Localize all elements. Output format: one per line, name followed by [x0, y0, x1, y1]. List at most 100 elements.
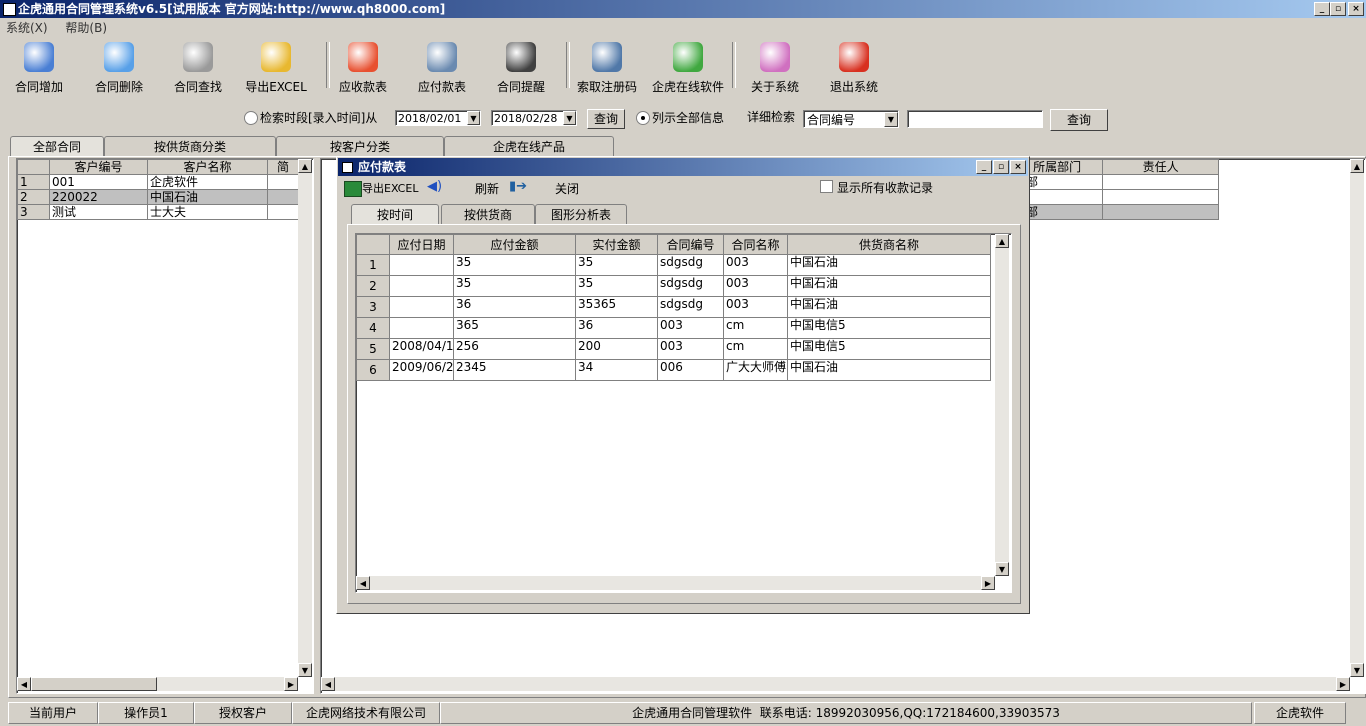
- range-radio[interactable]: [244, 111, 258, 125]
- table-row[interactable]: 3 测试 士大夫: [17, 204, 299, 220]
- table-row[interactable]: 2 220022 中国石油: [17, 189, 299, 205]
- dialog-export-button[interactable]: 导出EXCEL: [362, 180, 418, 196]
- customer-name-cell: 中国石油: [147, 189, 268, 205]
- field-select-value: 合同编号: [807, 113, 856, 127]
- date-from-dropdown-icon[interactable]: ▼: [467, 111, 480, 125]
- col-due-date[interactable]: 应付日期: [389, 234, 454, 255]
- scroll-up-icon[interactable]: ▲: [995, 234, 1009, 248]
- minimize-button[interactable]: _: [1314, 2, 1330, 16]
- table-row[interactable]: 2 35 35 sdgsdg 003 中国石油: [356, 275, 991, 297]
- close-button[interactable]: ×: [1348, 2, 1364, 16]
- scroll-up-icon[interactable]: ▲: [298, 159, 312, 173]
- tab-online-products[interactable]: 企虎在线产品: [444, 136, 614, 157]
- toolbar-button-2[interactable]: 合同删除: [88, 40, 150, 94]
- dialog-close-label-button[interactable]: 关闭: [555, 180, 579, 197]
- due-amount-cell: 365: [453, 317, 576, 339]
- row-number: 3: [17, 204, 50, 220]
- toolbar-button-6[interactable]: 应付款表: [412, 40, 472, 94]
- toolbar-button-1[interactable]: 合同增加: [8, 40, 70, 94]
- toolbar-button-4[interactable]: 导出EXCEL: [244, 40, 308, 94]
- toolbar-button-8[interactable]: 索取注册码: [574, 40, 640, 94]
- toolbar-button-7[interactable]: 合同提醒: [490, 40, 552, 94]
- dialog-maximize-button[interactable]: ▫: [993, 160, 1009, 174]
- toolbar-button-10[interactable]: 关于系统: [744, 40, 806, 94]
- scroll-down-icon[interactable]: ▼: [1350, 663, 1364, 677]
- table-row[interactable]: [1010, 189, 1219, 205]
- scroll-left-icon[interactable]: ◀: [321, 677, 335, 691]
- dialog-refresh-button[interactable]: 刷新: [475, 180, 499, 197]
- menu-help[interactable]: 帮助(B): [65, 21, 107, 35]
- door-exit-icon[interactable]: ▮➔: [509, 179, 527, 194]
- payables-grid[interactable]: 应付日期 应付金额 实付金额 合同编号 合同名称 供货商名称 1 35 35 sdgs…: [355, 233, 1012, 593]
- scroll-down-icon[interactable]: ▼: [298, 663, 312, 677]
- tab-by-supplier[interactable]: 按供货商分类: [104, 136, 276, 157]
- scroll-right-icon[interactable]: ▶: [284, 677, 298, 691]
- toolbar-button-9[interactable]: 企虎在线软件: [648, 40, 728, 94]
- right-hscroll[interactable]: ◀ ▶: [321, 677, 1350, 691]
- due-date-cell: [389, 254, 454, 276]
- hscroll-thumb[interactable]: [31, 677, 157, 691]
- show-all-checkbox[interactable]: [820, 180, 833, 193]
- table-row[interactable]: 业部: [1010, 204, 1219, 220]
- toolbar-button-5[interactable]: 应收款表: [334, 40, 392, 94]
- toolbar-button-11[interactable]: 退出系统: [822, 40, 886, 94]
- all-radio[interactable]: [636, 111, 650, 125]
- table-row[interactable]: 业部: [1010, 174, 1219, 190]
- left-vscroll[interactable]: ▲ ▼: [298, 159, 312, 677]
- col-due-amount[interactable]: 应付金额: [453, 234, 576, 255]
- folder-export-icon: [261, 42, 291, 72]
- keyword-input[interactable]: [907, 110, 1043, 128]
- scroll-right-icon[interactable]: ▶: [1336, 677, 1350, 691]
- col-owner[interactable]: 责任人: [1102, 159, 1219, 175]
- col-short[interactable]: 简: [267, 159, 299, 175]
- restore-button[interactable]: ▫: [1330, 2, 1346, 16]
- dialog-minimize-button[interactable]: _: [976, 160, 992, 174]
- toolbar-button-3[interactable]: 合同查找: [168, 40, 228, 94]
- tab-all-contracts[interactable]: 全部合同: [10, 136, 104, 157]
- dialog-hscroll[interactable]: ◀ ▶: [356, 576, 995, 590]
- dialog-close-button[interactable]: ×: [1010, 160, 1026, 174]
- col-customer-id[interactable]: 客户编号: [49, 159, 148, 175]
- col-paid-amount[interactable]: 实付金额: [575, 234, 658, 255]
- toolbar-label: 企虎在线软件: [651, 80, 724, 94]
- table-row[interactable]: 1 35 35 sdgsdg 003 中国石油: [356, 254, 991, 276]
- table-row[interactable]: 62009/06/26234534006广大大师傅中国石油: [356, 359, 991, 381]
- col-supplier[interactable]: 供货商名称: [787, 234, 991, 255]
- due-amount-cell: 36: [453, 296, 576, 318]
- col-contract-no[interactable]: 合同编号: [657, 234, 724, 255]
- table-row[interactable]: 52008/04/18256200003cm中国电信5: [356, 338, 991, 360]
- excel-icon[interactable]: [344, 181, 362, 197]
- date-to-dropdown-icon[interactable]: ▼: [563, 111, 576, 125]
- date-from-input[interactable]: 2018/02/01 ▼: [395, 110, 481, 126]
- window-title: 企虎通用合同管理系统v6.5[试用版本 官方网站:http://www.qh80…: [18, 2, 446, 16]
- scroll-left-icon[interactable]: ◀: [356, 576, 370, 590]
- due-amount-cell: 35: [453, 275, 576, 297]
- col-customer-name[interactable]: 客户名称: [147, 159, 268, 175]
- scroll-up-icon[interactable]: ▲: [1350, 159, 1364, 173]
- scroll-right-icon[interactable]: ▶: [981, 576, 995, 590]
- query-date-button[interactable]: 查询: [587, 109, 625, 129]
- customer-grid[interactable]: 客户编号 客户名称 简 1 001 企虎软件 2 220022 中国石油 3 测试 士大夫 ▲ …: [16, 158, 314, 694]
- field-dropdown-icon[interactable]: ▼: [884, 112, 898, 127]
- menu-system[interactable]: 系统(X): [6, 21, 48, 35]
- table-row[interactable]: 4 365 36 003 cm 中国电信5: [356, 317, 991, 339]
- dialog-tab-by-time[interactable]: 按时间: [351, 204, 439, 225]
- col-contract-name[interactable]: 合同名称: [723, 234, 788, 255]
- dialog-vscroll[interactable]: ▲ ▼: [995, 234, 1009, 576]
- toolbar-label: 导出EXCEL: [245, 80, 307, 94]
- table-row[interactable]: 1 001 企虎软件: [17, 174, 299, 190]
- left-hscroll[interactable]: ◀ ▶: [17, 677, 298, 691]
- speaker-icon[interactable]: ◀): [427, 179, 442, 194]
- table-row[interactable]: 3 36 35365 sdgsdg 003 中国石油: [356, 296, 991, 318]
- row-number: 5: [356, 338, 390, 360]
- tab-by-customer[interactable]: 按客户分类: [276, 136, 444, 157]
- dialog-tab-by-supplier[interactable]: 按供货商: [441, 204, 535, 225]
- scroll-down-icon[interactable]: ▼: [995, 562, 1009, 576]
- right-vscroll[interactable]: ▲ ▼: [1350, 159, 1364, 677]
- field-select[interactable]: 合同编号 ▼: [803, 110, 899, 128]
- query-detail-button[interactable]: 查询: [1050, 109, 1108, 131]
- date-to-input[interactable]: 2018/02/28 ▼: [491, 110, 577, 126]
- dialog-tab-chart[interactable]: 图形分析表: [535, 204, 627, 225]
- short-cell: [267, 174, 299, 190]
- scroll-left-icon[interactable]: ◀: [17, 677, 31, 691]
